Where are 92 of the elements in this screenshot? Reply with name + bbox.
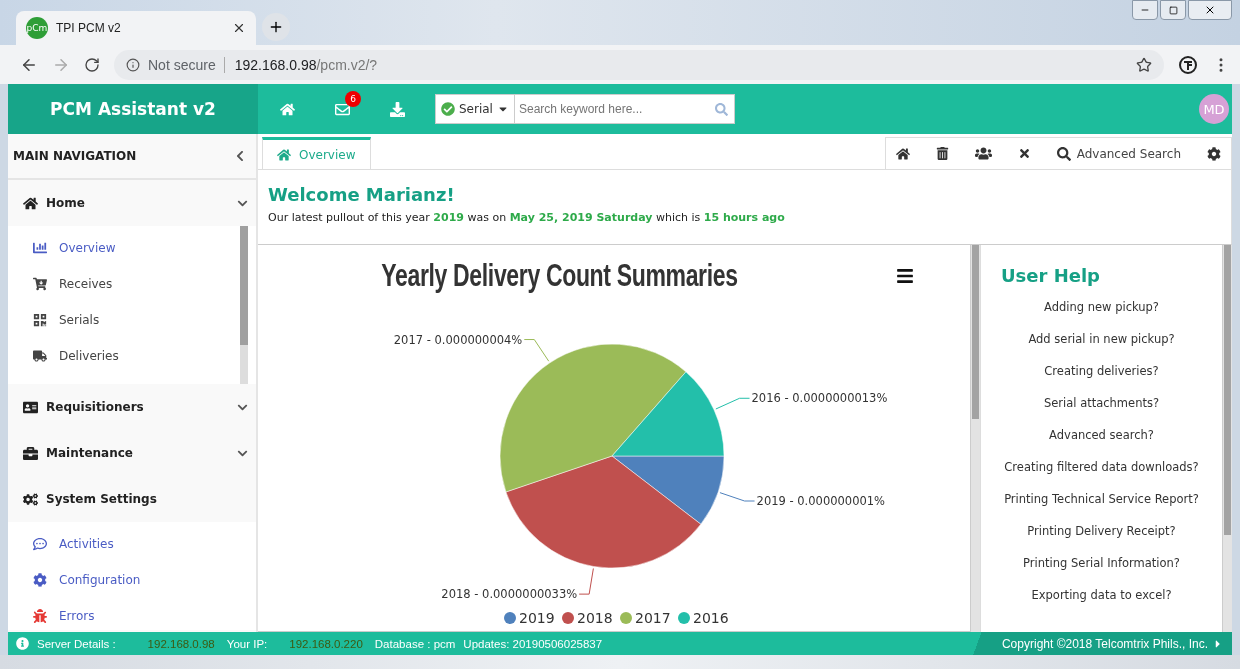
slice-label: 2018 - 0.0000000033% (441, 586, 578, 601)
user-ip: 192.168.0.220 (289, 637, 363, 650)
menu-icon[interactable] (896, 267, 914, 285)
briefcase-icon (23, 445, 38, 461)
leader-line (523, 338, 550, 362)
nav-item[interactable]: Serials (8, 302, 256, 338)
advanced-search-button[interactable]: Advanced Search (1056, 146, 1181, 161)
house-icon (277, 147, 291, 162)
house-icon[interactable] (895, 146, 910, 161)
plus-icon (268, 19, 284, 35)
nav-group[interactable]: Maintenance (8, 430, 256, 476)
help-title: User Help (1001, 265, 1100, 286)
help-link[interactable]: Advanced search? (1049, 428, 1154, 460)
footer-label: Server Details : (37, 637, 116, 650)
users-icon[interactable] (974, 145, 992, 162)
address-bar[interactable]: Not secure 192.168.0.98/pcm.v2/? (114, 49, 1164, 80)
legend-label: 2019 (519, 609, 555, 626)
info-icon (126, 57, 140, 72)
security-label: Not secure (148, 56, 216, 73)
nav-item[interactable]: Activities (8, 526, 256, 562)
slice-label: 2017 - 0.000000004% (393, 332, 523, 347)
nav-item[interactable]: Errors (8, 598, 256, 630)
footer-label: Your IP: (226, 637, 268, 650)
help-link[interactable]: Add serial in new pickup? (1028, 332, 1175, 364)
welcome-message: Our latest pullout of this year 2019 was on May 25, 2019 Saturday which is 15 hours ago (268, 211, 786, 224)
close-icon[interactable] (232, 21, 246, 35)
notification-badge: 6 (345, 90, 361, 107)
bar-chart-icon (33, 241, 47, 255)
url-text: 192.168.0.98/pcm.v2/? (223, 56, 378, 73)
browser-tab[interactable]: pCm TPI PCM v2 (16, 11, 256, 45)
trash-icon[interactable] (935, 147, 949, 160)
id-card-icon (23, 399, 38, 415)
tab-title: TPI PCM v2 (56, 21, 122, 35)
scrollbar[interactable] (240, 226, 248, 384)
gears-icon (23, 491, 38, 507)
help-link[interactable]: Adding new pickup? (1044, 300, 1159, 332)
update-info: Updates: 20190506025837 (463, 637, 603, 650)
collapse-icon[interactable] (234, 150, 246, 162)
scrollbar[interactable] (970, 245, 980, 632)
extension-icon[interactable] (1178, 54, 1198, 75)
leader-line (719, 492, 756, 502)
nav-item[interactable]: Configuration (8, 562, 256, 598)
maximize-button[interactable] (1160, 0, 1186, 20)
legend-label: 2016 (693, 609, 729, 626)
chart-title: Yearly Delivery Count Summaries (380, 257, 738, 295)
star-icon[interactable] (1136, 56, 1152, 73)
house-icon (23, 195, 38, 211)
help-link[interactable]: Creating filtered data downloads? (1004, 460, 1199, 492)
reload-icon[interactable] (84, 56, 100, 73)
nav-group[interactable]: Requisitioners (8, 384, 256, 430)
scrollbar[interactable] (1222, 245, 1232, 632)
help-link[interactable]: Exporting data to excel? (1031, 588, 1172, 620)
legend-label: 2017 (635, 609, 671, 626)
nav-item[interactable]: Overview (8, 230, 256, 266)
brand-title: PCM Assistant v2 (8, 84, 258, 134)
nav-group[interactable]: Home (8, 180, 256, 226)
help-link[interactable]: Printing Delivery Receipt? (1027, 524, 1176, 556)
chat-bubble-icon (33, 537, 47, 551)
leader-line (578, 567, 594, 595)
close-icon (1204, 4, 1216, 16)
settings-icon[interactable] (1207, 146, 1221, 161)
nav-item[interactable]: Deliveries (8, 338, 256, 374)
search-bar[interactable]: Serial Search keyword here... (435, 94, 735, 124)
settings-icon (33, 573, 47, 587)
favicon: pCm (26, 17, 48, 39)
bug-icon (33, 609, 47, 623)
copyright-text: Copyright ©2018 Telcomtrix Phils., Inc. (1001, 636, 1208, 651)
search-icon (1056, 146, 1071, 161)
leader-line (715, 397, 751, 410)
qr-code-icon (33, 313, 47, 327)
slice-label: 2016 - 0.0000000013% (751, 391, 888, 406)
database-info: Database : pcm (374, 637, 456, 650)
help-link[interactable]: Printing Serial Information? (1023, 556, 1180, 588)
legend-label: 2018 (577, 609, 613, 626)
help-link[interactable]: Creating deliveries? (1044, 364, 1159, 396)
cart-icon (33, 277, 47, 291)
info-icon (16, 637, 29, 650)
sidebar-title: MAIN NAVIGATION (13, 149, 137, 163)
close-icon[interactable] (1017, 147, 1031, 160)
slice-label: 2019 - 0.000000001% (756, 493, 886, 508)
maximize-icon (1168, 5, 1178, 15)
search-type-dropdown[interactable]: Serial (436, 95, 515, 123)
help-link[interactable]: Serial attachments? (1043, 396, 1160, 428)
new-tab-button[interactable] (262, 13, 290, 41)
server-ip: 192.168.0.98 (147, 637, 215, 650)
envelope-icon[interactable] (335, 101, 350, 117)
minimize-button[interactable] (1132, 0, 1158, 20)
truck-icon (33, 349, 47, 363)
help-link[interactable]: Printing Technical Service Report? (1004, 492, 1199, 524)
nav-item[interactable]: Receives (8, 266, 256, 302)
nav-group[interactable]: System Settings (8, 476, 256, 522)
welcome-title: Welcome Marianz! (268, 184, 456, 205)
